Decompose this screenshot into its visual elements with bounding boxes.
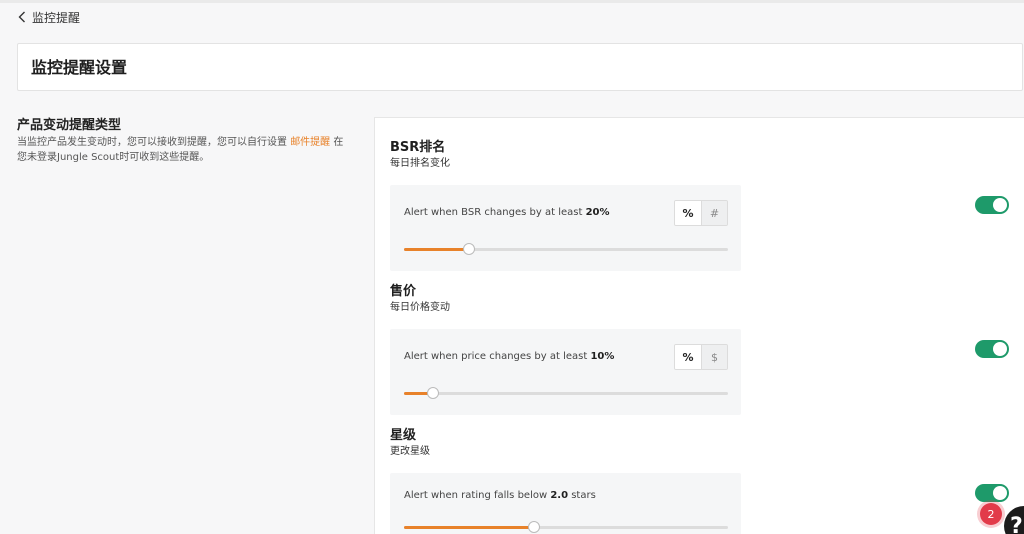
back-link-label: 监控提醒 <box>32 10 81 25</box>
alert-type-description: 产品变动提醒类型 当监控产品发生变动时，您可以接收到提醒，您可以自行设置 邮件提… <box>17 117 347 165</box>
chevron-left-icon <box>18 11 26 23</box>
bsr-unit-percent[interactable]: % <box>675 201 701 225</box>
description-title: 产品变动提醒类型 <box>17 118 122 133</box>
section-price: 售价 每日价格变动 <box>390 283 450 315</box>
switch-knob <box>993 342 1007 356</box>
slider-handle[interactable] <box>463 243 475 255</box>
section-title: BSR排名 <box>390 140 446 155</box>
slider-fill <box>404 248 469 251</box>
price-alert-box: Alert when price changes by at least 10%… <box>390 329 741 415</box>
price-alert-prefix: Alert when price changes by at least <box>404 351 591 362</box>
rating-alert-box: Alert when rating falls below 2.0 stars <box>390 473 741 534</box>
price-unit-toggle: % $ <box>674 344 728 370</box>
description-text: 当监控产品发生变动时，您可以接收到提醒，您可以自行设置 邮件提醒 在您未登录Ju… <box>17 135 347 165</box>
rating-alert-text: Alert when rating falls below 2.0 stars <box>404 489 596 503</box>
section-subtitle: 每日价格变动 <box>390 302 450 313</box>
bsr-unit-number[interactable]: # <box>701 201 727 225</box>
page-title: 监控提醒设置 <box>31 58 128 77</box>
rating-alert-suffix: stars <box>568 490 596 501</box>
price-unit-percent[interactable]: % <box>675 345 701 369</box>
page-header-card: 监控提醒设置 <box>17 43 1023 91</box>
alert-settings-card: BSR排名 每日排名变化 Alert when BSR changes by a… <box>374 117 1024 534</box>
price-threshold-slider[interactable] <box>404 386 728 400</box>
bsr-alert-box: Alert when BSR changes by at least 20% %… <box>390 185 741 271</box>
section-bsr: BSR排名 每日排名变化 <box>390 139 450 171</box>
slider-handle[interactable] <box>528 521 540 533</box>
description-text-before: 当监控产品发生变动时，您可以接收到提醒，您可以自行设置 <box>17 137 291 148</box>
section-rating: 星级 更改星级 <box>390 427 430 459</box>
section-subtitle: 每日排名变化 <box>390 158 450 169</box>
price-alert-switch[interactable] <box>975 340 1009 358</box>
rating-alert-switch[interactable] <box>975 484 1009 502</box>
top-border <box>0 0 1024 3</box>
switch-knob <box>993 198 1007 212</box>
price-alert-text: Alert when price changes by at least 10% <box>404 350 614 364</box>
rating-alert-value: 2.0 <box>550 490 569 501</box>
price-unit-dollar[interactable]: $ <box>701 345 727 369</box>
price-alert-value: 10% <box>590 351 615 362</box>
bsr-alert-text: Alert when BSR changes by at least 20% <box>404 206 610 220</box>
rating-alert-prefix: Alert when rating falls below <box>404 490 551 501</box>
rating-threshold-slider[interactable] <box>404 520 728 534</box>
switch-knob <box>993 486 1007 500</box>
notification-badge[interactable]: 2 <box>980 503 1002 525</box>
email-alert-link[interactable]: 邮件提醒 <box>290 137 330 148</box>
section-title: 售价 <box>390 284 417 299</box>
bsr-alert-prefix: Alert when BSR changes by at least <box>404 207 586 218</box>
bsr-alert-switch[interactable] <box>975 196 1009 214</box>
slider-track <box>404 392 728 395</box>
section-subtitle: 更改星级 <box>390 446 430 457</box>
slider-handle[interactable] <box>427 387 439 399</box>
bsr-threshold-slider[interactable] <box>404 242 728 256</box>
bsr-alert-value: 20% <box>585 207 610 218</box>
back-link[interactable]: 监控提醒 <box>18 9 80 25</box>
bsr-unit-toggle: % # <box>674 200 728 226</box>
section-title: 星级 <box>390 428 417 443</box>
slider-fill <box>404 526 534 529</box>
